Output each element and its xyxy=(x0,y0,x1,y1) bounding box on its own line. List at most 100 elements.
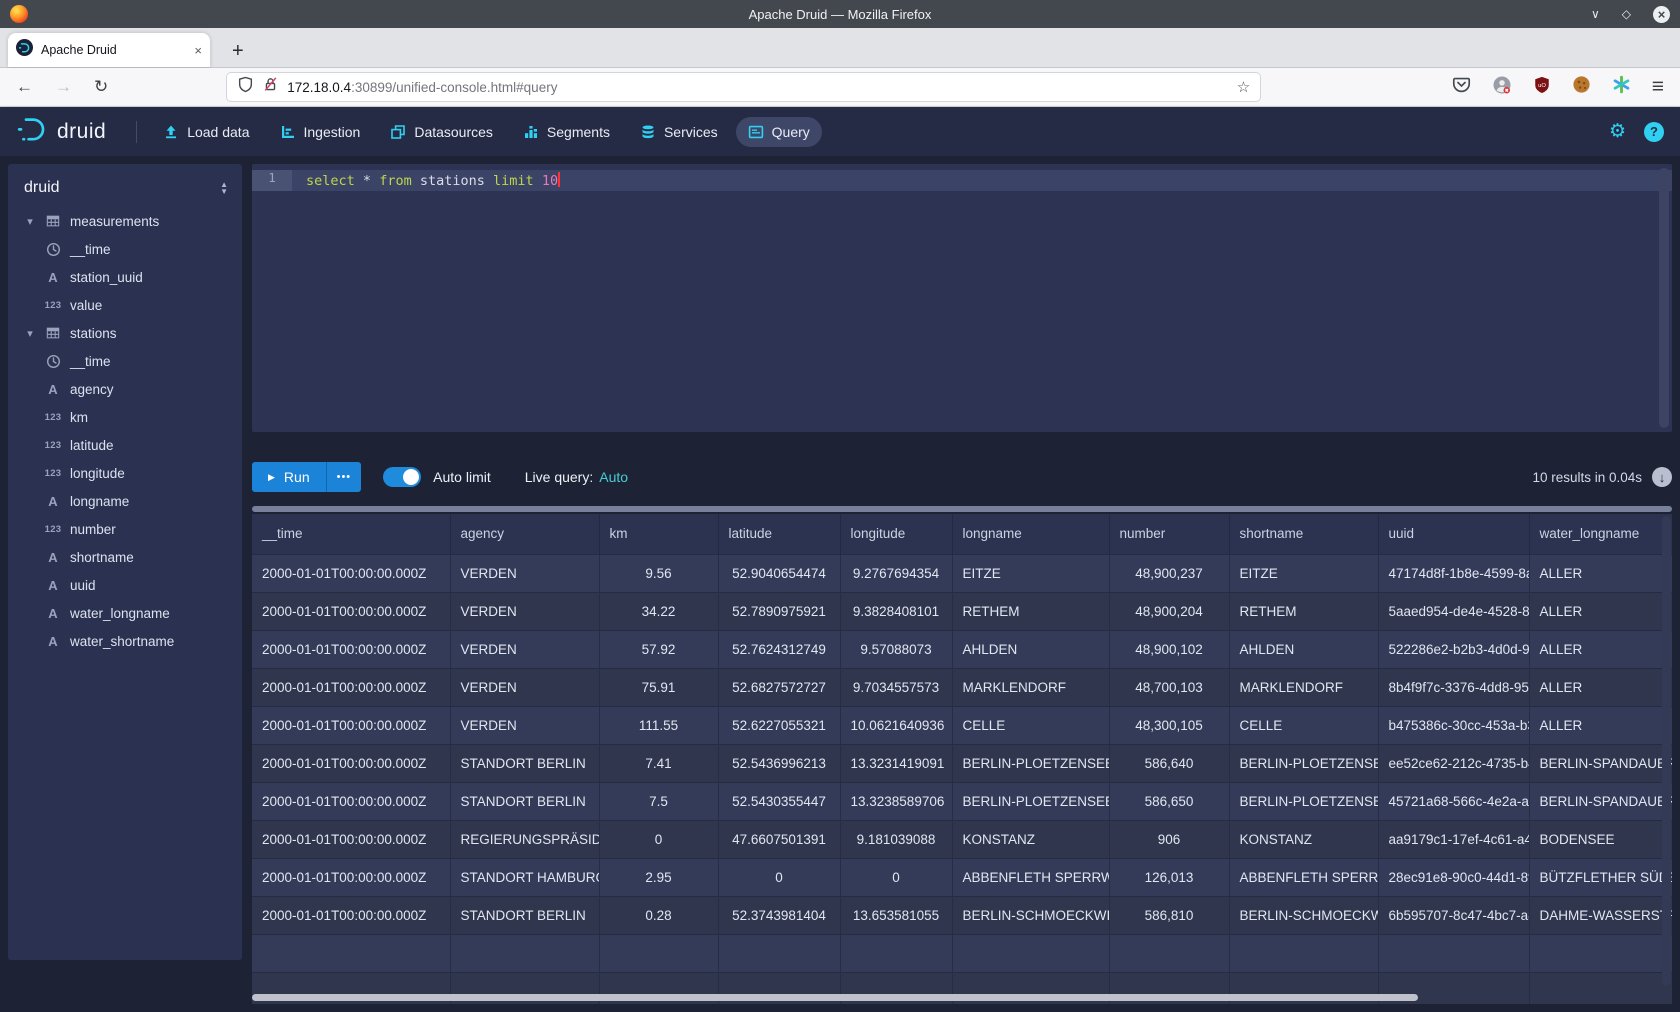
cell-agency[interactable]: REGIERUNGSPRÄSIDIUM xyxy=(450,820,599,858)
live-query-value[interactable]: Auto xyxy=(599,469,628,485)
cell-agency[interactable]: VERDEN xyxy=(450,592,599,630)
cell--time[interactable]: 2000-01-01T00:00:00.000Z xyxy=(252,896,450,934)
cell-latitude[interactable]: 0 xyxy=(718,858,840,896)
cell-uuid[interactable]: aa9179c1-17ef-4c61-a48 xyxy=(1378,820,1529,858)
cell-uuid[interactable]: 28ec91e8-90c0-44d1-8f0 xyxy=(1378,858,1529,896)
column-header-longitude[interactable]: longitude xyxy=(840,514,952,554)
sidebar-column-stations-agency[interactable]: Aagency xyxy=(8,375,242,403)
hamburger-menu-icon[interactable]: ≡ xyxy=(1652,75,1664,99)
column-header-water-longname[interactable]: water_longname xyxy=(1529,514,1672,554)
cell-latitude[interactable]: 52.3743981404 xyxy=(718,896,840,934)
cell-latitude[interactable]: 52.7890975921 xyxy=(718,592,840,630)
cell-longname[interactable]: BERLIN-PLOETZENSEE U xyxy=(952,782,1109,820)
cell-shortname[interactable]: ABBENFLETH SPERRWEI xyxy=(1229,858,1378,896)
sidebar-column-stations-number[interactable]: 123number xyxy=(8,515,242,543)
cell-latitude[interactable]: 52.6227055321 xyxy=(718,706,840,744)
cell-longname[interactable]: MARKLENDORF xyxy=(952,668,1109,706)
cell--time[interactable]: 2000-01-01T00:00:00.000Z xyxy=(252,554,450,592)
cell-km[interactable]: 57.92 xyxy=(599,630,718,668)
cell-longname[interactable]: RETHEM xyxy=(952,592,1109,630)
cell--time[interactable]: 2000-01-01T00:00:00.000Z xyxy=(252,630,450,668)
cell-latitude[interactable]: 52.5436996213 xyxy=(718,744,840,782)
window-close-icon[interactable]: × xyxy=(1653,6,1670,23)
cell-km[interactable]: 0 xyxy=(599,820,718,858)
cell-longname[interactable]: AHLDEN xyxy=(952,630,1109,668)
nav-item-services[interactable]: Services xyxy=(628,117,730,147)
column-header-km[interactable]: km xyxy=(599,514,718,554)
cell-water-longname[interactable]: ALLER xyxy=(1529,592,1672,630)
cell-water-longname[interactable]: BERLIN-SPANDAUER-S xyxy=(1529,782,1672,820)
cell-shortname[interactable]: BERLIN-SCHMOECKWITZ xyxy=(1229,896,1378,934)
cell-longname[interactable]: EITZE xyxy=(952,554,1109,592)
cell-km[interactable]: 7.5 xyxy=(599,782,718,820)
cell-longitude[interactable]: 13.653581055 xyxy=(840,896,952,934)
cell-shortname[interactable]: AHLDEN xyxy=(1229,630,1378,668)
cell-longitude[interactable]: 9.7034557573 xyxy=(840,668,952,706)
gear-icon[interactable]: ⚙ xyxy=(1609,120,1626,143)
nav-item-segments[interactable]: Segments xyxy=(511,117,622,147)
cell-longname[interactable]: ABBENFLETH SPERRWEI xyxy=(952,858,1109,896)
nav-item-load-data[interactable]: Load data xyxy=(151,117,261,147)
cell-longitude[interactable]: 13.3231419091 xyxy=(840,744,952,782)
cell--time[interactable]: 2000-01-01T00:00:00.000Z xyxy=(252,592,450,630)
cell-km[interactable]: 2.95 xyxy=(599,858,718,896)
cell-latitude[interactable]: 52.6827572727 xyxy=(718,668,840,706)
cell--time[interactable]: 2000-01-01T00:00:00.000Z xyxy=(252,820,450,858)
insecure-lock-icon[interactable] xyxy=(262,76,279,98)
column-header-latitude[interactable]: latitude xyxy=(718,514,840,554)
sidebar-column-measurements-value[interactable]: 123value xyxy=(8,291,242,319)
cell-water-longname[interactable]: ALLER xyxy=(1529,706,1672,744)
results-horizontal-scrollbar[interactable] xyxy=(252,994,1418,1001)
new-tab-button[interactable]: + xyxy=(232,41,244,61)
column-header-shortname[interactable]: shortname xyxy=(1229,514,1378,554)
cell-water-longname[interactable]: BÜTZFLETHER SÜDERE xyxy=(1529,858,1672,896)
cell-number[interactable]: 48,700,103 xyxy=(1109,668,1229,706)
sort-icon[interactable]: ▲ ▼ xyxy=(220,181,228,195)
cell-shortname[interactable]: MARKLENDORF xyxy=(1229,668,1378,706)
nav-item-query[interactable]: Query xyxy=(736,117,822,147)
bookmark-star-icon[interactable]: ☆ xyxy=(1237,78,1250,96)
cell-agency[interactable]: VERDEN xyxy=(450,554,599,592)
cell-longitude[interactable]: 10.0621640936 xyxy=(840,706,952,744)
cell-longitude[interactable]: 9.3828408101 xyxy=(840,592,952,630)
cell-number[interactable]: 48,900,102 xyxy=(1109,630,1229,668)
editor-active-line[interactable]: 1 select * from stations limit 10 xyxy=(252,170,1672,191)
cell-km[interactable]: 9.56 xyxy=(599,554,718,592)
sidebar-column-stations-latitude[interactable]: 123latitude xyxy=(8,431,242,459)
cell--time[interactable]: 2000-01-01T00:00:00.000Z xyxy=(252,706,450,744)
results-vertical-scrollbar[interactable] xyxy=(1662,516,1671,986)
sql-editor[interactable]: 1 select * from stations limit 10 xyxy=(252,164,1672,432)
cell-km[interactable]: 75.91 xyxy=(599,668,718,706)
cell-longname[interactable]: CELLE xyxy=(952,706,1109,744)
results-top-scrollbar[interactable] xyxy=(252,506,1672,512)
column-header--time[interactable]: __time xyxy=(252,514,450,554)
cell-shortname[interactable]: CELLE xyxy=(1229,706,1378,744)
column-header-number[interactable]: number xyxy=(1109,514,1229,554)
cell-km[interactable]: 0.28 xyxy=(599,896,718,934)
cell-km[interactable]: 111.55 xyxy=(599,706,718,744)
auto-limit-toggle[interactable] xyxy=(383,467,421,487)
help-icon[interactable]: ? xyxy=(1644,122,1664,142)
cookie-extension-icon[interactable] xyxy=(1572,75,1591,99)
sidebar-column-stations-shortname[interactable]: Ashortname xyxy=(8,543,242,571)
cell--time[interactable]: 2000-01-01T00:00:00.000Z xyxy=(252,782,450,820)
cell-latitude[interactable]: 52.9040654474 xyxy=(718,554,840,592)
cell-longitude[interactable]: 0 xyxy=(840,858,952,896)
cell-longitude[interactable]: 9.181039088 xyxy=(840,820,952,858)
cell-longitude[interactable]: 9.57088073 xyxy=(840,630,952,668)
cell-longitude[interactable]: 13.3238589706 xyxy=(840,782,952,820)
cell-number[interactable]: 48,900,204 xyxy=(1109,592,1229,630)
sidebar-column-stations-longitude[interactable]: 123longitude xyxy=(8,459,242,487)
sidebar-column-measurements-station-uuid[interactable]: Astation_uuid xyxy=(8,263,242,291)
cell--time[interactable]: 2000-01-01T00:00:00.000Z xyxy=(252,858,450,896)
cell-agency[interactable]: VERDEN xyxy=(450,706,599,744)
editor-scrollbar[interactable] xyxy=(1659,168,1669,428)
cell-number[interactable]: 586,650 xyxy=(1109,782,1229,820)
cell-uuid[interactable]: b475386c-30cc-453a-b3 xyxy=(1378,706,1529,744)
druid-brand[interactable]: druid xyxy=(16,116,106,148)
cell-shortname[interactable]: RETHEM xyxy=(1229,592,1378,630)
cell-water-longname[interactable]: ALLER xyxy=(1529,668,1672,706)
pocket-icon[interactable] xyxy=(1452,75,1471,99)
cell-water-longname[interactable]: BODENSEE xyxy=(1529,820,1672,858)
tab-apache-druid[interactable]: Apache Druid × xyxy=(8,33,210,67)
